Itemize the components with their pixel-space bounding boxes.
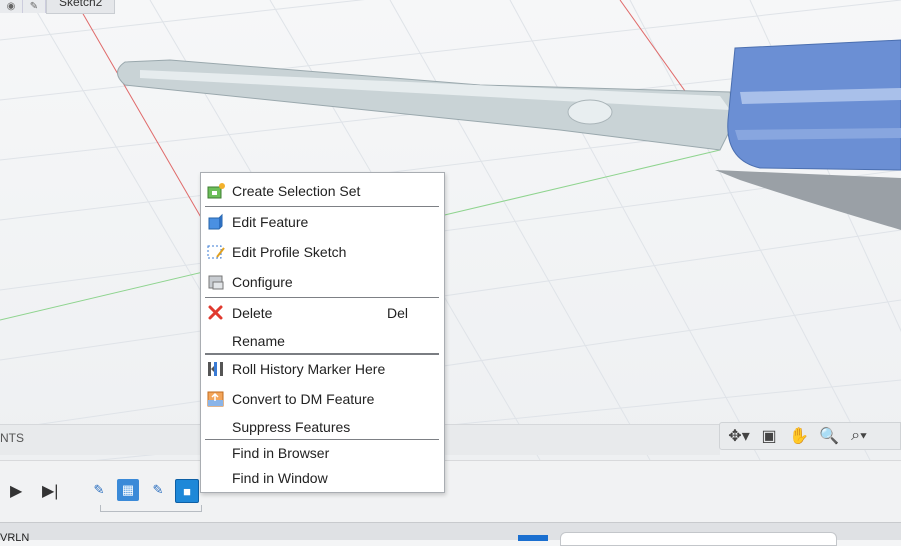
timeline-canvas-image-icon[interactable]: ▦ (117, 479, 139, 501)
search-pill[interactable] (560, 532, 837, 546)
canvas-viewport[interactable]: ◉ ✎ Sketch2 NTS ✥▾ ▣ ✋ 🔍 ⌕▾ (0, 0, 901, 460)
menu-item-find-in-browser[interactable]: Find in Browser (201, 440, 444, 466)
menu-label: Find in Window (232, 470, 328, 486)
scene-graphic (0, 0, 901, 460)
timeline-feature-body-icon[interactable]: ■ (175, 479, 199, 503)
pan-icon[interactable]: ✋ (786, 426, 812, 446)
zoom-window-icon[interactable]: 🔍 (816, 426, 842, 446)
menu-item-edit-feature[interactable]: Edit Feature (201, 209, 444, 235)
menu-label: Edit Profile Sketch (232, 244, 347, 260)
top-toolbar: ◉ ✎ Sketch2 (0, 0, 116, 14)
convert-dm-icon (205, 389, 227, 409)
orbit-icon[interactable]: ✥▾ (726, 426, 752, 446)
menu-shortcut: Del (387, 305, 409, 321)
menu-label: Convert to DM Feature (232, 391, 375, 407)
menu-label: Configure (232, 274, 293, 290)
sketch-edit-icon[interactable]: ✎ (23, 0, 46, 13)
menu-item-suppress-features[interactable]: Suppress Features (201, 414, 444, 440)
configure-icon (205, 272, 227, 292)
timeline-group-bracket (100, 505, 202, 512)
menu-item-create-selection-set[interactable]: Create Selection Set (201, 178, 444, 204)
timeline-bar: ▶ ▶| ✎ ▦ ✎ ■ (0, 460, 901, 523)
menu-item-roll-history-marker[interactable]: Roll History Marker Here (201, 356, 444, 382)
fit-zoom-icon[interactable]: ⌕▾ (846, 427, 872, 445)
menu-item-configure[interactable]: Configure (201, 269, 444, 295)
menu-label: Roll History Marker Here (232, 361, 386, 377)
timeline-sketch-icon-2[interactable]: ✎ (147, 479, 169, 501)
sketch-tab[interactable]: Sketch2 (46, 0, 116, 14)
delete-x-icon (205, 303, 227, 323)
navigation-toolbar: ✥▾ ▣ ✋ 🔍 ⌕▾ (719, 422, 901, 450)
selection-set-icon (205, 181, 227, 201)
menu-label: Delete (232, 305, 273, 321)
menu-separator (205, 353, 439, 355)
menu-label: Rename (232, 333, 285, 349)
look-at-icon[interactable]: ▣ (756, 426, 782, 446)
menu-label: Edit Feature (232, 214, 309, 230)
taskbar-indicator (518, 535, 548, 541)
menu-item-convert-dm-feature[interactable]: Convert to DM Feature (201, 386, 444, 412)
menu-item-edit-profile-sketch[interactable]: Edit Profile Sketch (201, 239, 444, 265)
menu-label: Create Selection Set (232, 183, 361, 199)
menu-separator (205, 206, 439, 207)
go-to-end-icon[interactable]: ▶| (42, 481, 58, 501)
edit-feature-icon (205, 212, 227, 232)
menu-item-delete[interactable]: Delete Del (201, 300, 444, 326)
menu-label: Suppress Features (232, 419, 351, 435)
visibility-icon[interactable]: ◉ (0, 0, 23, 13)
status-text: VRLN (0, 532, 30, 544)
menu-item-find-in-window[interactable]: Find in Window (201, 465, 444, 491)
menu-item-rename[interactable]: Rename (201, 328, 444, 354)
roll-history-icon (205, 359, 227, 379)
edit-profile-sketch-icon (205, 242, 227, 262)
timeline-sketch-icon[interactable]: ✎ (88, 479, 110, 501)
menu-label: Find in Browser (232, 445, 330, 461)
play-forward-icon[interactable]: ▶ (10, 481, 22, 501)
menu-separator (205, 297, 439, 298)
context-menu: Create Selection Set Edit Feature Edit P… (200, 172, 445, 493)
status-bar: VRLN (0, 522, 901, 546)
